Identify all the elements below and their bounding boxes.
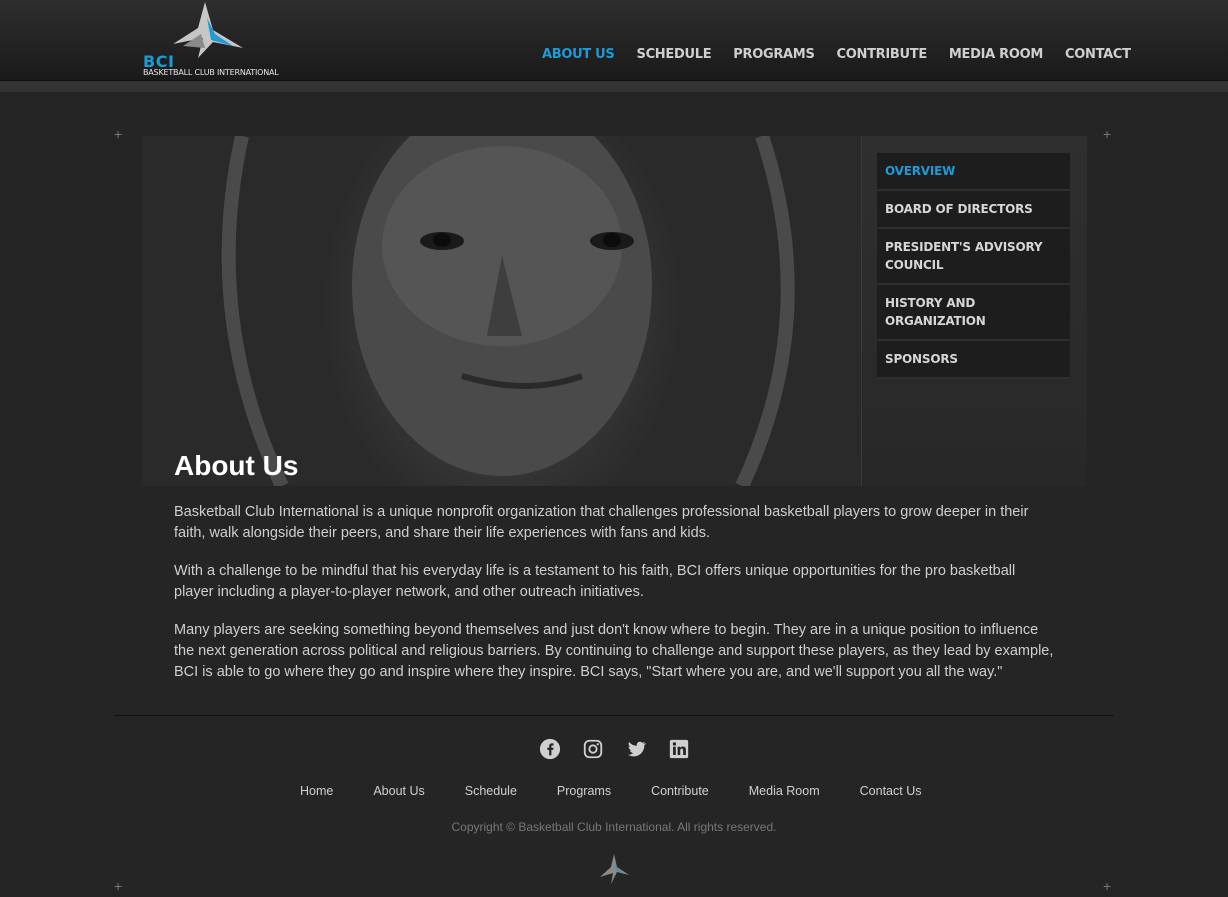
social-links xyxy=(539,738,690,760)
footer-link-contact-us[interactable]: Contact Us xyxy=(860,784,922,798)
subnav-board-of-directors[interactable]: BOARD OF DIRECTORS xyxy=(877,191,1070,229)
hero-image xyxy=(142,136,861,486)
about-paragraph: Basketball Club International is a uniqu… xyxy=(174,504,1029,541)
about-paragraph: With a challenge to be mindful that his … xyxy=(174,563,1016,600)
logo-mark-icon xyxy=(173,2,243,58)
footer-link-home[interactable]: Home xyxy=(300,784,333,798)
footer-divider xyxy=(114,715,1114,716)
footer-logo-icon[interactable] xyxy=(596,853,632,885)
page-title: About Us xyxy=(174,450,299,481)
main-nav: ABOUT US SCHEDULE PROGRAMS CONTRIBUTE ME… xyxy=(542,47,1131,62)
subnav-overview[interactable]: OVERVIEW xyxy=(877,153,1070,191)
copyright-text: Copyright © Basketball Club Internationa… xyxy=(451,820,777,834)
footer-link-media-room[interactable]: Media Room xyxy=(749,784,820,798)
footer-link-programs[interactable]: Programs xyxy=(557,784,611,798)
logo-subtitle: BASKETBALL CLUB INTERNATIONAL xyxy=(143,68,279,77)
footer-link-schedule[interactable]: Schedule xyxy=(465,784,517,798)
nav-programs[interactable]: PROGRAMS xyxy=(733,47,815,62)
subnav-presidents-advisory-council[interactable]: PRESIDENT'S ADVISORY COUNCIL xyxy=(877,229,1070,285)
section-subnav: OVERVIEW BOARD OF DIRECTORS PRESIDENT'S … xyxy=(877,153,1070,379)
hero-photo xyxy=(221,136,795,486)
nav-about-us[interactable]: ABOUT US xyxy=(542,47,615,62)
header-strip xyxy=(0,81,1228,92)
footer-link-contribute[interactable]: Contribute xyxy=(651,784,709,798)
subnav-history-and-organization[interactable]: HISTORY AND ORGANIZATION xyxy=(877,285,1070,341)
nav-contribute[interactable]: CONTRIBUTE xyxy=(837,47,928,62)
about-content: Basketball Club International is a uniqu… xyxy=(174,502,1054,700)
facebook-icon[interactable] xyxy=(539,738,561,760)
linkedin-icon[interactable] xyxy=(668,738,690,760)
corner-plus-icon: + xyxy=(114,878,123,894)
subnav-sponsors[interactable]: SPONSORS xyxy=(877,341,1070,379)
site-logo[interactable]: BCI BASKETBALL CLUB INTERNATIONAL xyxy=(143,0,279,80)
twitter-icon[interactable] xyxy=(625,738,647,760)
nav-contact[interactable]: CONTACT xyxy=(1065,47,1131,62)
corner-plus-icon: + xyxy=(114,126,123,142)
footer-nav: Home About Us Schedule Programs Contribu… xyxy=(300,784,921,798)
corner-plus-icon: + xyxy=(1103,878,1112,894)
nav-schedule[interactable]: SCHEDULE xyxy=(637,47,712,62)
footer-link-about-us[interactable]: About Us xyxy=(373,784,424,798)
about-paragraph: Many players are seeking something beyon… xyxy=(174,622,1054,680)
instagram-icon[interactable] xyxy=(582,738,604,760)
corner-plus-icon: + xyxy=(1103,126,1112,142)
nav-media-room[interactable]: MEDIA ROOM xyxy=(949,47,1043,62)
